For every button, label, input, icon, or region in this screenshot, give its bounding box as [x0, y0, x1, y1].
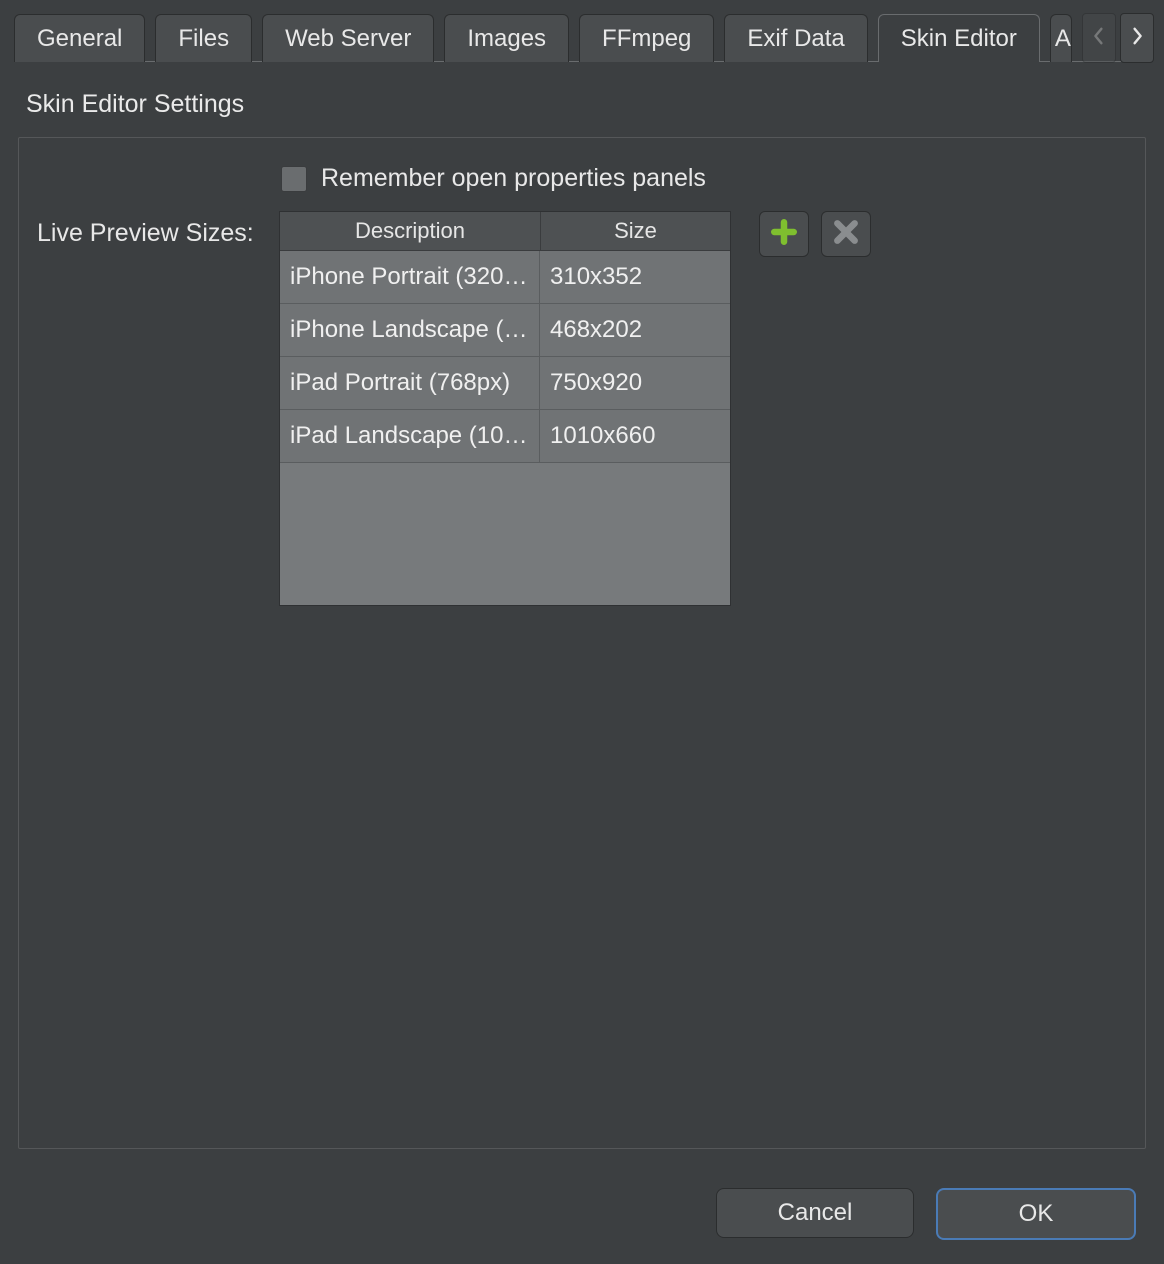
cell-size: 1010x660 — [540, 410, 730, 462]
row-action-buttons — [759, 211, 871, 257]
cell-description: iPhone Landscape (480px) — [280, 304, 540, 356]
cell-description: iPad Landscape (1024px) — [280, 410, 540, 462]
chevron-right-icon — [1131, 26, 1143, 51]
cancel-button[interactable]: Cancel — [716, 1188, 914, 1238]
tab-bar: General Files Web Server Images FFmpeg E… — [14, 14, 1150, 62]
ok-button[interactable]: OK — [936, 1188, 1136, 1240]
cell-size: 750x920 — [540, 357, 730, 409]
tab-images[interactable]: Images — [444, 14, 569, 62]
close-icon — [833, 219, 859, 250]
remove-row-button[interactable] — [821, 211, 871, 257]
remember-panels-row: Remember open properties panels — [281, 164, 1127, 193]
tab-scroll-left-button[interactable] — [1082, 13, 1116, 63]
dialog-footer: Cancel OK — [716, 1188, 1136, 1240]
cell-description: iPhone Portrait (320px) — [280, 251, 540, 303]
table-row[interactable]: iPad Landscape (1024px) 1010x660 — [280, 410, 730, 463]
col-description[interactable]: Description — [280, 212, 541, 250]
remember-panels-checkbox[interactable] — [281, 166, 307, 192]
cell-size: 310x352 — [540, 251, 730, 303]
settings-group: Remember open properties panels Live Pre… — [18, 137, 1146, 1149]
col-size[interactable]: Size — [541, 212, 730, 250]
live-preview-label: Live Preview Sizes: — [37, 211, 265, 248]
add-row-button[interactable] — [759, 211, 809, 257]
tab-skin-editor[interactable]: Skin Editor — [878, 14, 1040, 62]
chevron-left-icon — [1093, 26, 1105, 51]
tab-web-server[interactable]: Web Server — [262, 14, 434, 62]
tab-exif-data[interactable]: Exif Data — [724, 14, 867, 62]
tab-ffmpeg[interactable]: FFmpeg — [579, 14, 714, 62]
live-preview-row: Live Preview Sizes: Description Size iPh… — [37, 211, 1127, 606]
remember-panels-label: Remember open properties panels — [321, 164, 706, 193]
tab-scroller — [1082, 14, 1154, 62]
cell-size: 468x202 — [540, 304, 730, 356]
cell-description: iPad Portrait (768px) — [280, 357, 540, 409]
table-row[interactable]: iPhone Portrait (320px) 310x352 — [280, 251, 730, 304]
plus-icon — [771, 219, 797, 250]
table-row[interactable]: iPad Portrait (768px) 750x920 — [280, 357, 730, 410]
table-row[interactable]: iPhone Landscape (480px) 468x202 — [280, 304, 730, 357]
tab-general[interactable]: General — [14, 14, 145, 62]
table-header: Description Size — [280, 212, 730, 251]
tab-scroll-right-button[interactable] — [1120, 13, 1154, 63]
settings-window: General Files Web Server Images FFmpeg E… — [0, 0, 1164, 1264]
tab-files[interactable]: Files — [155, 14, 252, 62]
tab-overflow[interactable]: A — [1050, 14, 1072, 62]
preview-sizes-table[interactable]: Description Size iPhone Portrait (320px)… — [279, 211, 731, 606]
section-title: Skin Editor Settings — [26, 90, 1150, 119]
